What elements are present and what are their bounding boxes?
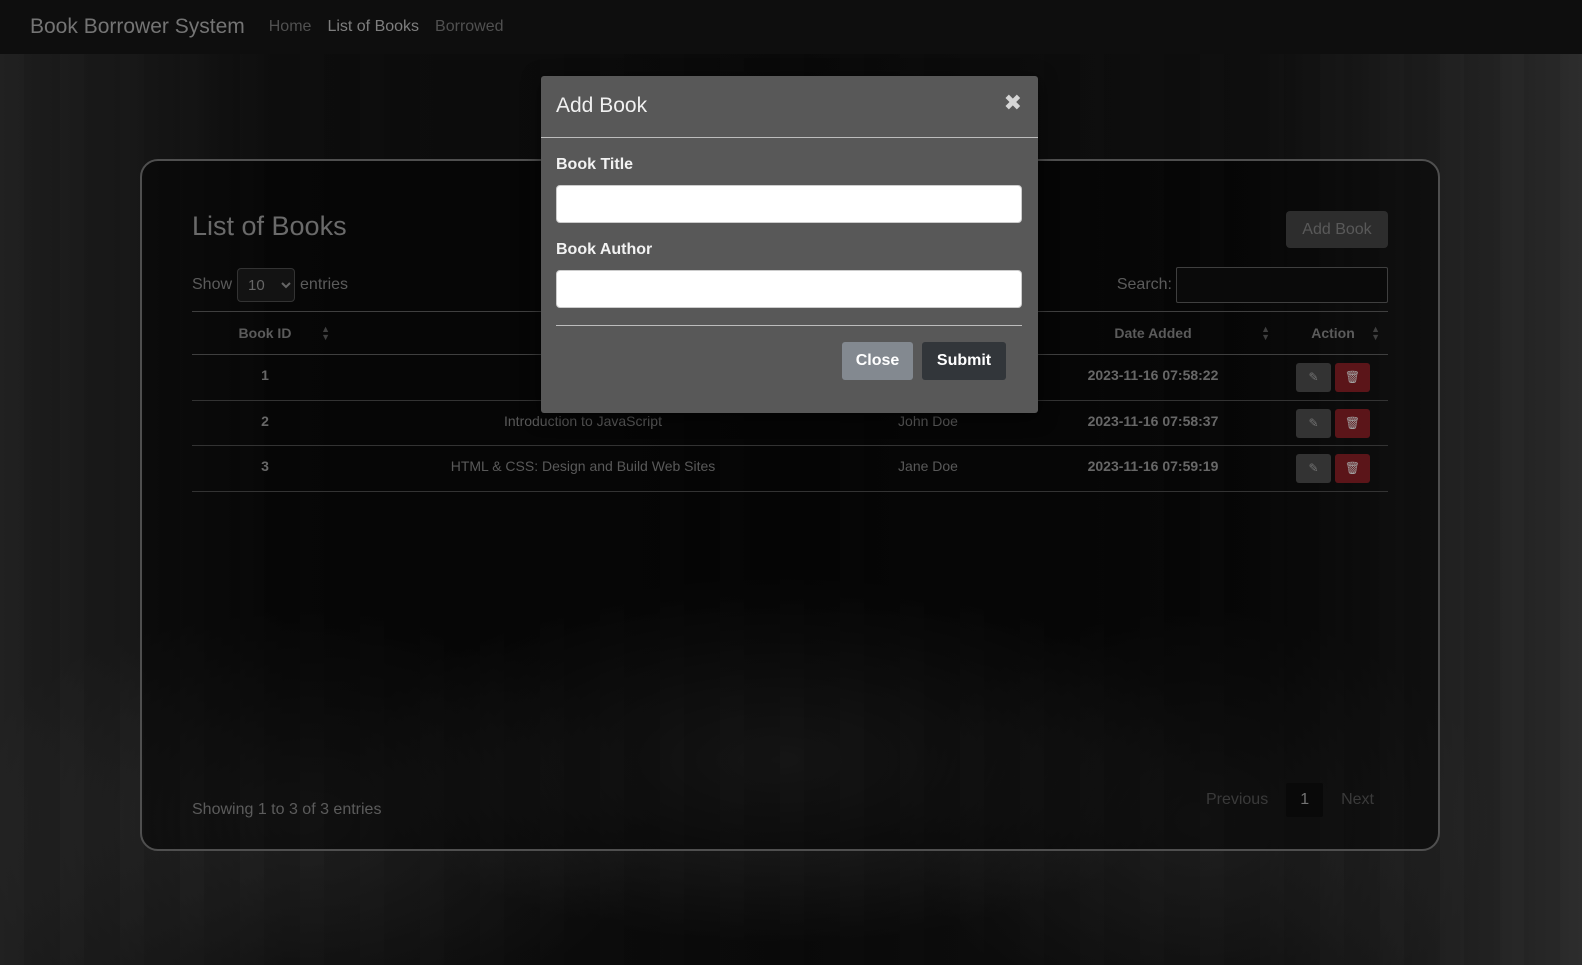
book-title-label: Book Title [556,156,634,173]
book-author-input[interactable] [556,270,1022,308]
modal-divider [556,325,1022,326]
add-book-modal: Add Book ✖ Book Title Book Author Close … [541,76,1038,413]
modal-title: Add Book [556,94,648,117]
modal-header: Add Book ✖ [541,76,1038,138]
book-title-input[interactable] [556,185,1022,223]
submit-button[interactable]: Submit [922,342,1006,380]
book-author-label: Book Author [556,241,653,258]
close-icon[interactable]: ✖ [1004,90,1022,116]
close-button[interactable]: Close [842,342,913,380]
